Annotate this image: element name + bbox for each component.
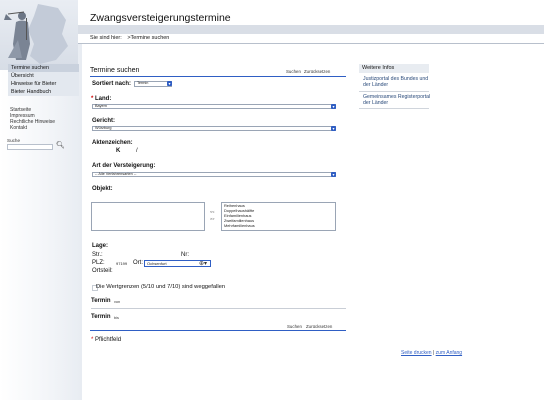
termin-bis-text: bis [114,316,119,320]
info-link-registerportal[interactable]: Gemeinsames Registerportal der Länder [363,94,433,106]
gericht-value: Würzburg [95,126,112,130]
info-heading: Weitere Infos [359,64,429,73]
aktenzeichen-label: Aktenzeichen: [92,140,133,146]
sort-label: Sortiert nach: [92,81,132,87]
breadcrumb-divider [78,43,544,44]
gericht-label: Gericht: [92,118,116,124]
nav-item-uebersicht[interactable]: Übersicht [8,72,79,80]
wertgrenzen-label: Die Wertgrenzen (5/10 und 7/10) sind weg… [96,284,226,290]
termin-rule [91,308,346,309]
versteigerung-select[interactable]: -- Alle Verfahrensarten -- [92,172,336,177]
ort-label: Ort: [133,260,143,266]
left-column-background [0,44,82,400]
heading-rule [90,76,346,77]
top-link[interactable]: zum Anfang [436,350,462,356]
objekt-selected-list[interactable] [91,202,205,231]
top-search-button[interactable]: Suchen [286,69,301,74]
search-label: Suche [7,138,21,143]
info-divider [359,91,429,92]
sort-value: Termin [137,81,149,85]
header-band [78,25,544,34]
nr-label: Nr: [181,252,189,258]
land-dropdown-icon[interactable]: ▾ [331,104,336,109]
move-left-button[interactable]: >> [210,217,214,221]
termin-bis-label: Termin [91,314,111,320]
gericht-dropdown-icon[interactable]: ▾ [331,126,336,131]
versteigerung-label: Art der Versteigerung: [92,163,156,169]
info-link-justizportal[interactable]: Justizportal des Bundes und der Länder [363,76,433,88]
top-reset-button[interactable]: Zurücksetzen [304,69,330,74]
nav-item-handbuch[interactable]: Bieter Handbuch [8,88,79,96]
str-label: Str.: [92,252,103,258]
footer-links: Seite drucken | zum Anfang [401,350,463,356]
bottom-rule [90,330,346,331]
breadcrumb-current[interactable]: >Termine suchen [127,35,169,41]
ortsteil-label: Ortsteil: [92,268,113,274]
info-divider [359,108,429,109]
aktenzeichen-k: K [116,148,121,154]
search-input[interactable] [7,144,53,150]
aktenzeichen-slash: / [136,148,138,154]
bottom-search-button[interactable]: Suchen [287,324,302,329]
list-item[interactable]: Mehrfamilienhaus [222,223,335,229]
nav-item-termine-suchen[interactable]: Termine suchen [8,64,79,72]
required-note: * Pflichtfeld [91,337,122,343]
move-right-button[interactable]: << [210,210,214,214]
gericht-select[interactable]: Würzburg [92,126,336,131]
nav-item-hinweise[interactable]: Hinweise für Bieter [8,80,79,88]
versteigerung-value: -- Alle Verfahrensarten -- [95,172,137,176]
land-select[interactable]: Bayern [92,104,336,109]
plz-input[interactable]: 97199 [116,261,127,266]
ort-dropdown-icon[interactable]: ⊕▾ [199,260,207,267]
link-kontakt[interactable]: Kontakt [10,125,27,131]
breadcrumb: Sie sind hier: >Termine suchen [90,35,169,41]
print-link[interactable]: Seite drucken [401,350,432,356]
header [0,0,544,48]
objekt-label: Objekt: [92,186,113,192]
form-heading: Termine suchen [90,67,140,74]
termin-von-text: von [114,300,121,304]
justitia-logo [0,0,78,70]
sort-dropdown-icon[interactable]: ▾ [167,81,172,86]
bottom-reset-button[interactable]: Zurücksetzen [306,324,332,329]
ort-value: Ochsenfurt [147,261,167,266]
site-title: Zwangsversteigerungstermine [90,12,231,24]
objekt-options-list[interactable]: Reihenhaus Doppelhaushälfte Einfamilienh… [221,202,336,231]
search-icon[interactable]: 🔍︎ [56,142,65,150]
land-label: * Land: [91,96,112,102]
lage-label: Lage: [92,243,109,249]
termin-von-label: Termin [91,298,111,304]
breadcrumb-prefix: Sie sind hier: [90,35,122,41]
land-value: Bayern [95,104,108,108]
plz-label: PLZ: [92,260,105,266]
versteigerung-dropdown-icon[interactable]: ▾ [331,172,336,177]
